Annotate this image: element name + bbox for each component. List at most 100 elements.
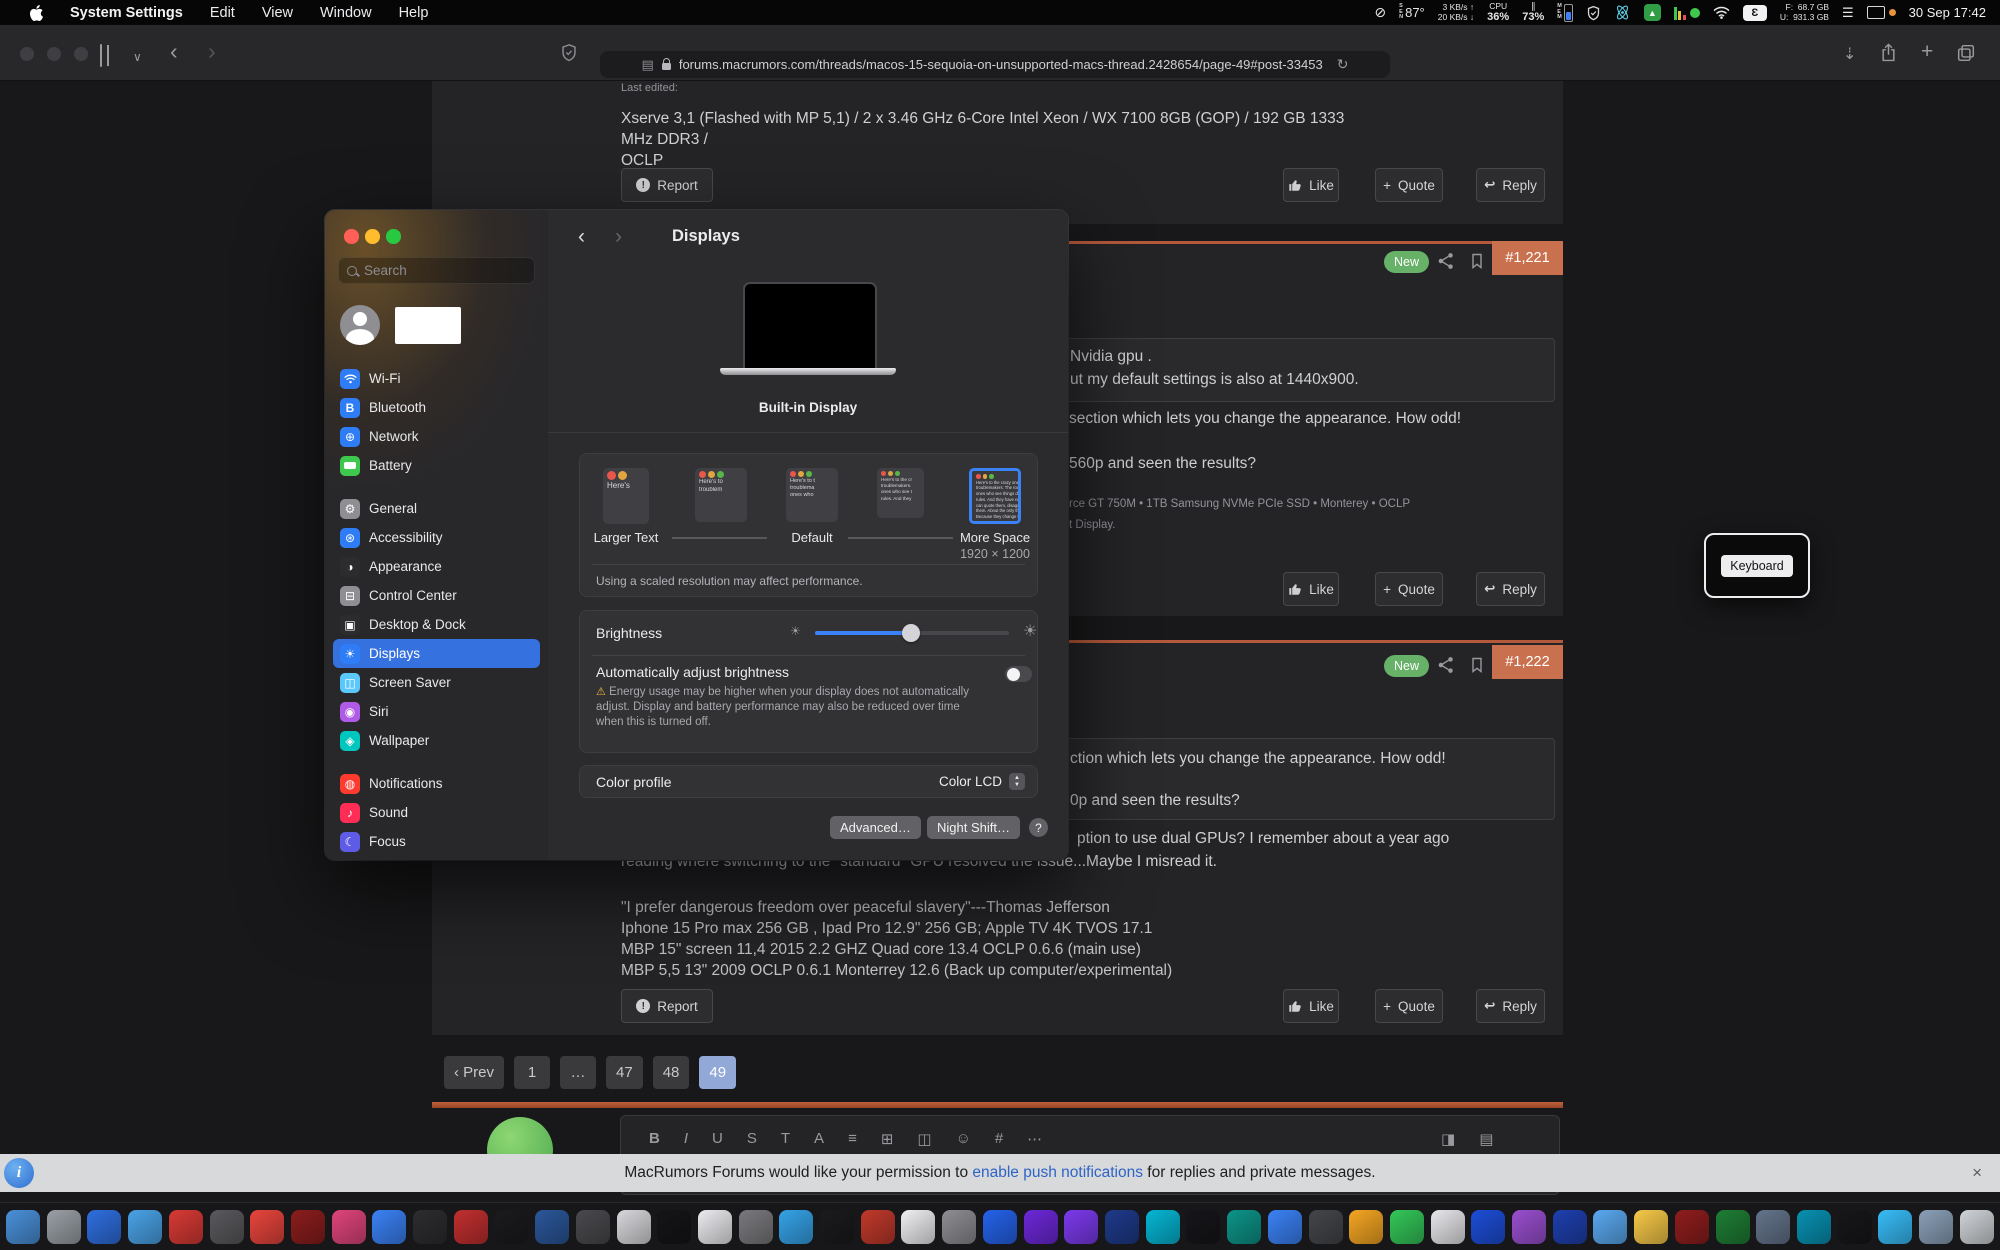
sidebar-item-bluetooth[interactable]: BBluetooth [333,393,540,422]
page-link[interactable]: … [560,1056,596,1089]
dock-app-icon-27[interactable] [1064,1210,1098,1244]
dock-app-icon-13[interactable] [494,1210,528,1244]
quote-button[interactable]: +Quote [1375,572,1443,606]
window-controls[interactable] [20,47,88,61]
like-button[interactable]: Like [1283,168,1339,202]
sidebar-item-appearance[interactable]: ◑Appearance [333,552,540,581]
post-number-badge[interactable]: #1,222 [1492,645,1563,679]
atom-icon[interactable] [1614,4,1631,21]
advanced-button[interactable]: Advanced… [830,816,921,839]
dock-app-icon-31[interactable] [1227,1210,1261,1244]
sidebar-chevron-icon[interactable]: ∨ [133,48,142,67]
window-traffic-lights[interactable] [344,229,401,244]
enable-notifications-link[interactable]: enable push notifications [972,1164,1143,1181]
wifi-icon[interactable] [1713,6,1730,19]
dock-app-icon-5[interactable] [169,1210,203,1244]
dock-app-icon-4[interactable] [128,1210,162,1244]
page-link[interactable]: 1 [514,1056,550,1089]
dock-app-icon-6[interactable] [210,1210,244,1244]
dock-app-icon-34[interactable] [1349,1210,1383,1244]
sidebar-item-sound[interactable]: ♪Sound [333,798,540,827]
sensor-bars-icon[interactable] [1674,6,1700,20]
dock-app-icon-37[interactable] [1471,1210,1505,1244]
sidebar-item-battery[interactable]: Battery [333,451,540,480]
back-icon[interactable]: ‹ [578,226,585,247]
sidebar-item-network[interactable]: ⊕Network [333,422,540,451]
pause-circle-icon[interactable]: ⊘ [1374,4,1386,21]
dock-app-icon-22[interactable] [861,1210,895,1244]
dock-app-icon-42[interactable] [1675,1210,1709,1244]
dock-app-icon-33[interactable] [1309,1210,1343,1244]
resolution-preset-2[interactable]: Here's totroublem [695,468,747,522]
editor-format-icon[interactable]: ⊞ [881,1130,894,1148]
color-profile-select[interactable]: Color LCD ▲▼ [939,773,1025,790]
dock-app-icon-36[interactable] [1431,1210,1465,1244]
like-button[interactable]: Like [1283,989,1339,1023]
menu-item-edit[interactable]: Edit [210,5,235,21]
green-app-icon[interactable]: ▲ [1644,4,1661,21]
dock-app-icon-40[interactable] [1593,1210,1627,1244]
resolution-preset-3[interactable]: Here's to ttroublemaones who [786,468,838,522]
back-icon[interactable]: ‹ [170,42,178,61]
dock-app-icon-35[interactable] [1390,1210,1424,1244]
pause-percent[interactable]: ∥ 73% [1522,2,1544,23]
privacy-shield-icon[interactable] [560,43,578,66]
dock-app-icon-2[interactable] [47,1210,81,1244]
forward-icon[interactable]: › [208,42,216,61]
sidebar-item-displays[interactable]: ☀Displays [333,639,540,668]
quote-button[interactable]: +Quote [1375,168,1443,202]
dock-app-icon-30[interactable] [1186,1210,1220,1244]
checklist-icon[interactable]: ☰ [1842,5,1854,21]
dock-app-icon-21[interactable] [820,1210,854,1244]
share-post-icon[interactable] [1437,252,1455,275]
dock-app-icon-48[interactable] [1919,1210,1953,1244]
reply-button[interactable]: ↩Reply [1476,168,1545,202]
sensor-temp[interactable]: SEN 87° [1399,4,1425,21]
editor-format-icon[interactable]: ☺ [956,1130,971,1148]
report-button[interactable]: ! Report [621,168,713,202]
reader-icon[interactable]: ▤ [642,57,654,73]
dock-app-icon-38[interactable] [1512,1210,1546,1244]
reply-button[interactable]: ↩Reply [1476,989,1545,1023]
dock-app-icon-46[interactable] [1838,1210,1872,1244]
dock-app-icon-15[interactable] [576,1210,610,1244]
tab-overview-icon[interactable] [1957,44,1975,66]
dock-app-icon-19[interactable] [739,1210,773,1244]
editor-format-icon[interactable]: B [649,1130,660,1148]
display-switch-icon[interactable] [1867,6,1896,19]
dock-app-icon-3[interactable] [87,1210,121,1244]
disk-space[interactable]: F: 68.7 GB U: 931.3 GB [1780,3,1829,22]
editor-format-icon[interactable]: I [684,1130,688,1148]
dock-app-icon-26[interactable] [1024,1210,1058,1244]
editor-mode-icon[interactable]: ◨ [1441,1130,1455,1148]
settings-search-input[interactable]: Search [338,257,535,284]
editor-format-icon[interactable]: A [814,1130,824,1148]
apple-menu-icon[interactable] [30,5,43,21]
dock-app-icon-10[interactable] [372,1210,406,1244]
dock-app-icon-11[interactable] [413,1210,447,1244]
menu-clock[interactable]: 30 Sep 17:42 [1909,5,1986,20]
resolution-preset-5[interactable]: Here's to the crazy onestroublemakers. T… [969,468,1021,524]
bookmark-icon[interactable] [1469,252,1485,275]
dock-app-icon-14[interactable] [535,1210,569,1244]
dock-app-icon-1[interactable] [6,1210,40,1244]
forward-icon[interactable]: › [615,226,622,247]
reply-button[interactable]: ↩Reply [1476,572,1545,606]
refresh-icon[interactable]: ↻ [1337,56,1349,73]
editor-format-icon[interactable]: S [747,1130,757,1148]
page-link[interactable]: 48 [653,1056,690,1089]
cpu-usage[interactable]: CPU 36% [1487,2,1509,23]
share-post-icon[interactable] [1437,656,1455,679]
dock-app-icon-20[interactable] [779,1210,813,1244]
input-source-badge[interactable]: Ɛ [1743,5,1767,21]
sidebar-item-wallpaper[interactable]: ◈Wallpaper [333,726,540,755]
dock-app-icon-45[interactable] [1797,1210,1831,1244]
editor-format-icon[interactable]: # [995,1130,1003,1148]
network-speed[interactable]: 3 KB/s ↑ 20 KB/s ↓ [1438,3,1474,22]
editor-format-icon[interactable]: U [712,1130,723,1148]
close-icon[interactable]: × [1972,1154,1982,1192]
sidebar-item-desktop-dock[interactable]: ▣Desktop & Dock [333,610,540,639]
editor-format-icon[interactable]: T [781,1130,790,1148]
sidebar-toggle-icon[interactable] [100,46,102,65]
sidebar-item-general[interactable]: ⚙General [333,494,540,523]
